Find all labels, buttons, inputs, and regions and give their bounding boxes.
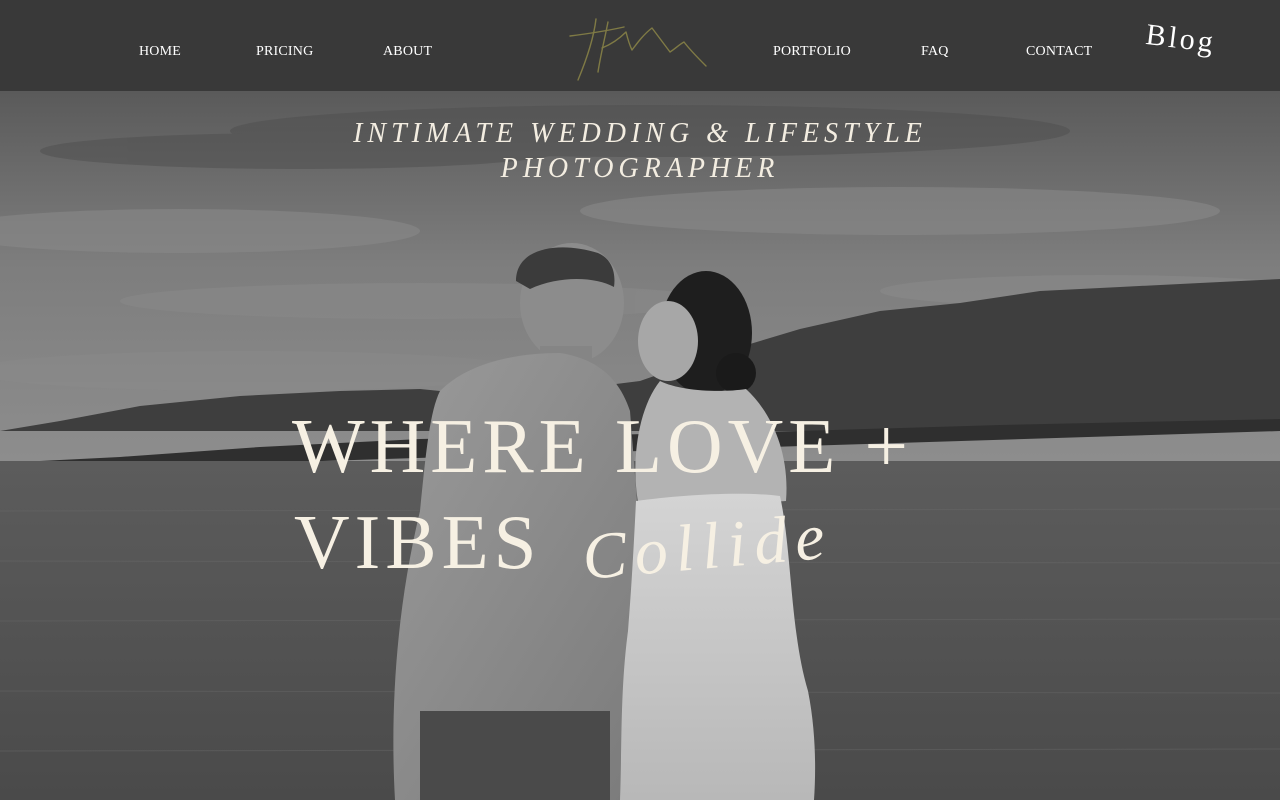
site-logo[interactable] [566, 14, 708, 84]
hero-kicker: INTIMATE WEDDING & LIFESTYLE PHOTOGRAPHE… [290, 116, 990, 186]
nav-portfolio-link[interactable]: PORTFOLIO [773, 44, 851, 60]
hero-kicker-line1: INTIMATE WEDDING & LIFESTYLE [353, 118, 927, 149]
signature-mountain-logo-icon [569, 18, 707, 81]
nav-blog-link[interactable]: Blog [1144, 18, 1218, 60]
nav-contact-link[interactable]: CONTACT [1026, 44, 1092, 60]
site-header: HOME PRICING ABOUT PORTFOLIO FAQ CONTACT… [0, 0, 1280, 91]
hero-kicker-line2: PHOTOGRAPHER [500, 153, 780, 184]
hero-headline-line2: VIBES [294, 499, 542, 585]
hero-headline-line1: WHERE LOVE + [292, 403, 913, 489]
nav-home-link[interactable]: HOME [139, 44, 181, 60]
nav-about-link[interactable]: ABOUT [383, 44, 432, 60]
nav-pricing-link[interactable]: PRICING [256, 44, 313, 60]
nav-faq-link[interactable]: FAQ [921, 44, 949, 60]
